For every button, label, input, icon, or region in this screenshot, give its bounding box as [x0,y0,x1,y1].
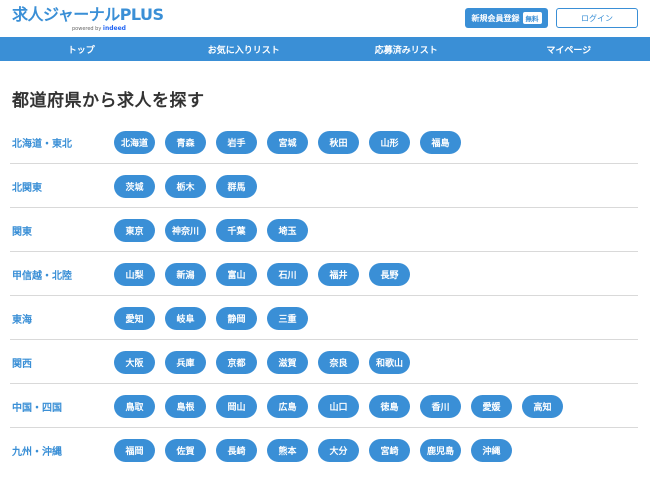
prefecture-list: 茨城 栃木 群馬 [114,164,257,208]
free-badge: 無料 [522,12,542,24]
region-name[interactable]: 中国・四国 [12,384,62,428]
prefecture-button[interactable]: 京都 [216,350,257,374]
region-name[interactable]: 関東 [12,208,32,252]
prefecture-list: 山梨 新潟 富山 石川 福井 長野 [114,252,410,296]
prefecture-button[interactable]: 滋賀 [267,350,308,374]
prefecture-button[interactable]: 山口 [318,394,359,418]
prefecture-button[interactable]: 奈良 [318,350,359,374]
prefecture-button[interactable]: 岡山 [216,394,257,418]
prefecture-button[interactable]: 和歌山 [369,350,410,374]
prefecture-button[interactable]: 愛知 [114,306,155,330]
prefecture-button[interactable]: 群馬 [216,174,257,198]
prefecture-button[interactable]: 沖縄 [471,438,512,462]
prefecture-button[interactable]: 佐賀 [165,438,206,462]
prefecture-button[interactable]: 高知 [522,394,563,418]
region-row: 北関東 茨城 栃木 群馬 [10,164,638,208]
prefecture-button[interactable]: 岐阜 [165,306,206,330]
prefecture-button[interactable]: 宮崎 [369,438,410,462]
prefecture-button[interactable]: 長崎 [216,438,257,462]
prefecture-button[interactable]: 三重 [267,306,308,330]
region-name[interactable]: 九州・沖縄 [12,428,62,472]
register-button-label: 新規会員登録 [471,13,520,23]
logo-powered-by: powered by indeed [72,25,126,32]
prefecture-list: 愛知 岐阜 静岡 三重 [114,296,308,340]
nav-item-applied[interactable]: 応募済みリスト [325,37,488,61]
prefecture-button[interactable]: 新潟 [165,262,206,286]
region-row: 九州・沖縄 福岡 佐賀 長崎 熊本 大分 宮崎 鹿児島 沖縄 [10,428,638,472]
prefecture-button[interactable]: 広島 [267,394,308,418]
site-header: 求人ジャーナルPLUS powered by indeed 新規会員登録 無料 … [0,0,650,37]
region-row: 関西 大阪 兵庫 京都 滋賀 奈良 和歌山 [10,340,638,384]
prefecture-button[interactable]: 福島 [420,130,461,154]
nav-item-favorites[interactable]: お気に入りリスト [163,37,326,61]
register-button[interactable]: 新規会員登録 無料 [465,8,548,28]
prefecture-button[interactable]: 徳島 [369,394,410,418]
prefecture-button[interactable]: 愛媛 [471,394,512,418]
logo-text: 求人ジャーナルPLUS [12,5,164,24]
prefecture-button[interactable]: 静岡 [216,306,257,330]
prefecture-button[interactable]: 北海道 [114,130,155,154]
prefecture-button[interactable]: 山梨 [114,262,155,286]
prefecture-button[interactable]: 千葉 [216,218,257,242]
prefecture-button[interactable]: 神奈川 [165,218,206,242]
prefecture-button[interactable]: 富山 [216,262,257,286]
nav-item-top[interactable]: トップ [0,37,163,61]
region-name[interactable]: 関西 [12,340,32,384]
login-button[interactable]: ログイン [556,8,638,28]
prefecture-list: 大阪 兵庫 京都 滋賀 奈良 和歌山 [114,340,410,384]
prefecture-list: 鳥取 島根 岡山 広島 山口 徳島 香川 愛媛 高知 [114,384,563,428]
prefecture-button[interactable]: 埼玉 [267,218,308,242]
prefecture-button[interactable]: 岩手 [216,130,257,154]
prefecture-button[interactable]: 鳥取 [114,394,155,418]
prefecture-list: 東京 神奈川 千葉 埼玉 [114,208,308,252]
region-name[interactable]: 北関東 [12,164,42,208]
region-row: 関東 東京 神奈川 千葉 埼玉 [10,208,638,252]
page-title: 都道府県から求人を探す [12,91,205,111]
prefecture-list: 北海道 青森 岩手 宮城 秋田 山形 福島 [114,120,461,164]
region-row: 甲信越・北陸 山梨 新潟 富山 石川 福井 長野 [10,252,638,296]
prefecture-button[interactable]: 島根 [165,394,206,418]
prefecture-button[interactable]: 秋田 [318,130,359,154]
prefecture-button[interactable]: 福井 [318,262,359,286]
region-row: 中国・四国 鳥取 島根 岡山 広島 山口 徳島 香川 愛媛 高知 [10,384,638,428]
global-nav: トップ お気に入りリスト 応募済みリスト マイページ [0,37,650,61]
prefecture-button[interactable]: 熊本 [267,438,308,462]
prefecture-button[interactable]: 香川 [420,394,461,418]
prefecture-button[interactable]: 大阪 [114,350,155,374]
prefecture-button[interactable]: 石川 [267,262,308,286]
prefecture-button[interactable]: 茨城 [114,174,155,198]
region-name[interactable]: 東海 [12,296,32,340]
logo-powered-by-prefix: powered by [72,26,102,32]
region-row: 北海道・東北 北海道 青森 岩手 宮城 秋田 山形 福島 [10,120,638,164]
prefecture-list: 福岡 佐賀 長崎 熊本 大分 宮崎 鹿児島 沖縄 [114,428,512,472]
site-logo[interactable]: 求人ジャーナルPLUS powered by indeed [12,5,164,33]
nav-item-mypage[interactable]: マイページ [488,37,650,61]
prefecture-button[interactable]: 宮城 [267,130,308,154]
prefecture-button[interactable]: 大分 [318,438,359,462]
region-name[interactable]: 甲信越・北陸 [12,252,72,296]
logo-powered-by-brand: indeed [102,25,126,32]
prefecture-button[interactable]: 兵庫 [165,350,206,374]
region-name[interactable]: 北海道・東北 [12,120,72,164]
prefecture-button[interactable]: 長野 [369,262,410,286]
prefecture-button[interactable]: 東京 [114,218,155,242]
region-list: 北海道・東北 北海道 青森 岩手 宮城 秋田 山形 福島 北関東 茨城 栃木 群馬 関東 東京 神奈川 千葉埼… [10,120,638,472]
prefecture-button[interactable]: 福岡 [114,438,155,462]
prefecture-button[interactable]: 青森 [165,130,206,154]
prefecture-button[interactable]: 山形 [369,130,410,154]
region-row: 東海 愛知 岐阜 静岡 三重 [10,296,638,340]
prefecture-button[interactable]: 鹿児島 [420,438,461,462]
prefecture-button[interactable]: 栃木 [165,174,206,198]
